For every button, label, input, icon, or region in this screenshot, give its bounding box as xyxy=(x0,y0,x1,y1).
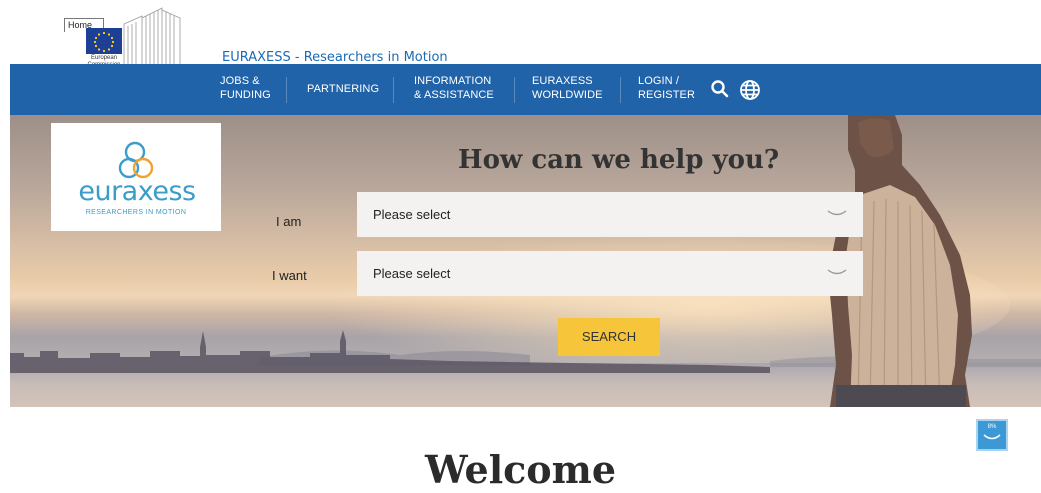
chevron-down-icon xyxy=(983,434,1001,440)
nav-login-register[interactable]: LOGIN / REGISTER xyxy=(638,74,695,102)
ec-building-icon xyxy=(123,7,181,64)
euraxess-tagline: RESEARCHERS IN MOTION xyxy=(85,209,187,216)
nav-jobs-funding[interactable]: JOBS & FUNDING xyxy=(220,74,271,102)
hero-title: How can we help you? xyxy=(458,145,780,175)
euraxess-wordmark: euraxess xyxy=(78,176,196,207)
nav-login-line2: REGISTER xyxy=(638,89,696,101)
i-am-select-value: Please select xyxy=(373,207,451,222)
nav-jobs-funding-line1: JOBS & xyxy=(220,75,260,87)
nav-partnering[interactable]: PARTNERING xyxy=(307,82,379,96)
i-am-select[interactable]: Please select xyxy=(357,192,863,237)
nav-divider xyxy=(393,77,394,103)
i-am-label: I am xyxy=(276,214,302,229)
nav-worldwide-line2: WORLDWIDE xyxy=(532,89,603,101)
welcome-heading: Welcome xyxy=(424,447,617,492)
nav-divider xyxy=(286,77,287,103)
main-navbar: JOBS & FUNDING PARTNERING INFORMATION & … xyxy=(10,64,1041,115)
chevron-down-icon xyxy=(827,210,847,216)
scroll-percent: 8% xyxy=(987,424,997,430)
european-commission-logo[interactable]: Home European Commission xyxy=(64,6,192,68)
site-tagline: EURAXESS - Researchers in Motion xyxy=(222,50,448,65)
nav-information-line2: & ASSISTANCE xyxy=(414,89,494,101)
nav-jobs-funding-line2: FUNDING xyxy=(220,89,271,101)
nav-information-line1: INFORMATION xyxy=(414,75,492,87)
hero-banner: euraxess RESEARCHERS IN MOTION How can w… xyxy=(10,115,1041,407)
chevron-down-icon xyxy=(827,269,847,275)
euraxess-logo[interactable]: euraxess RESEARCHERS IN MOTION xyxy=(51,123,221,231)
i-want-select[interactable]: Please select xyxy=(357,251,863,296)
nav-divider xyxy=(620,77,621,103)
nav-divider xyxy=(514,77,515,103)
euraxess-rings-icon xyxy=(118,141,154,179)
search-button[interactable]: SEARCH xyxy=(558,318,660,356)
nav-worldwide-line1: EURAXESS xyxy=(532,75,593,87)
nav-euraxess-worldwide[interactable]: EURAXESS WORLDWIDE xyxy=(532,74,603,102)
nav-information-assistance[interactable]: INFORMATION & ASSISTANCE xyxy=(414,74,494,102)
globe-icon[interactable] xyxy=(739,79,761,101)
search-icon[interactable] xyxy=(710,79,730,99)
i-want-select-value: Please select xyxy=(373,266,451,281)
i-want-label: I want xyxy=(272,268,307,283)
nav-login-line1: LOGIN / xyxy=(638,75,680,87)
nav-partnering-label: PARTNERING xyxy=(307,83,380,95)
top-header: Home European Commission EURAXESS - Rese… xyxy=(0,0,1041,68)
eu-flag-icon xyxy=(86,28,122,54)
